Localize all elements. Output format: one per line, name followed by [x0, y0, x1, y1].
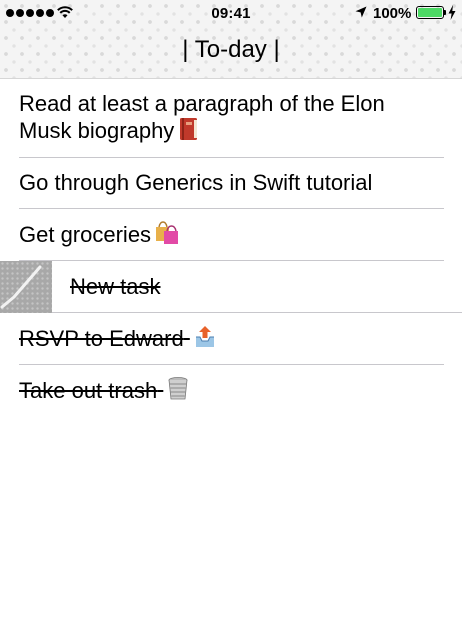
task-text: RSVP to Edward — [19, 325, 444, 352]
task-row[interactable]: RSVP to Edward — [0, 313, 462, 365]
battery-percentage: 100% — [373, 5, 412, 22]
task-row[interactable]: Read at least a paragraph of the Elon Mu… — [0, 79, 462, 158]
checkmark-icon — [0, 265, 42, 309]
task-list: Read at least a paragraph of the Elon Mu… — [0, 79, 462, 417]
shopping-bags-icon — [155, 221, 179, 245]
task-row[interactable]: Take out trash — [0, 365, 462, 417]
battery-tip — [444, 10, 446, 15]
location-arrow-icon — [355, 6, 367, 18]
charging-bolt-icon — [448, 5, 456, 20]
battery-icon — [416, 6, 444, 19]
task-text: New task — [70, 274, 161, 299]
complete-swipe-action[interactable] — [0, 261, 52, 313]
outbox-tray-icon — [194, 325, 216, 349]
wastebasket-icon — [167, 377, 189, 401]
task-text: Read at least a paragraph of the Elon — [19, 91, 385, 116]
status-bar: 09:41 100% — [0, 0, 462, 28]
task-text-label: RSVP to Edward — [19, 326, 184, 351]
task-text: Get groceries — [19, 221, 444, 248]
task-text: Go through Generics in Swift tutorial — [19, 170, 373, 195]
battery-fill — [418, 8, 442, 17]
page-title: | To-day | — [182, 36, 280, 63]
navigation-header: 09:41 100% | To-day | — [0, 0, 462, 79]
task-text: Take out trash — [19, 377, 444, 404]
task-row[interactable]: Go through Generics in Swift tutorial — [0, 158, 462, 209]
task-text-line2: Musk biography — [19, 117, 444, 144]
task-text-label: Get groceries — [19, 222, 152, 247]
task-row-swiped[interactable]: New task — [0, 261, 462, 313]
task-text-line2-label: Musk biography — [19, 118, 175, 143]
task-text-label: Take out trash — [19, 378, 158, 403]
task-row[interactable]: Get groceries — [0, 209, 462, 261]
red-book-icon — [178, 117, 200, 141]
